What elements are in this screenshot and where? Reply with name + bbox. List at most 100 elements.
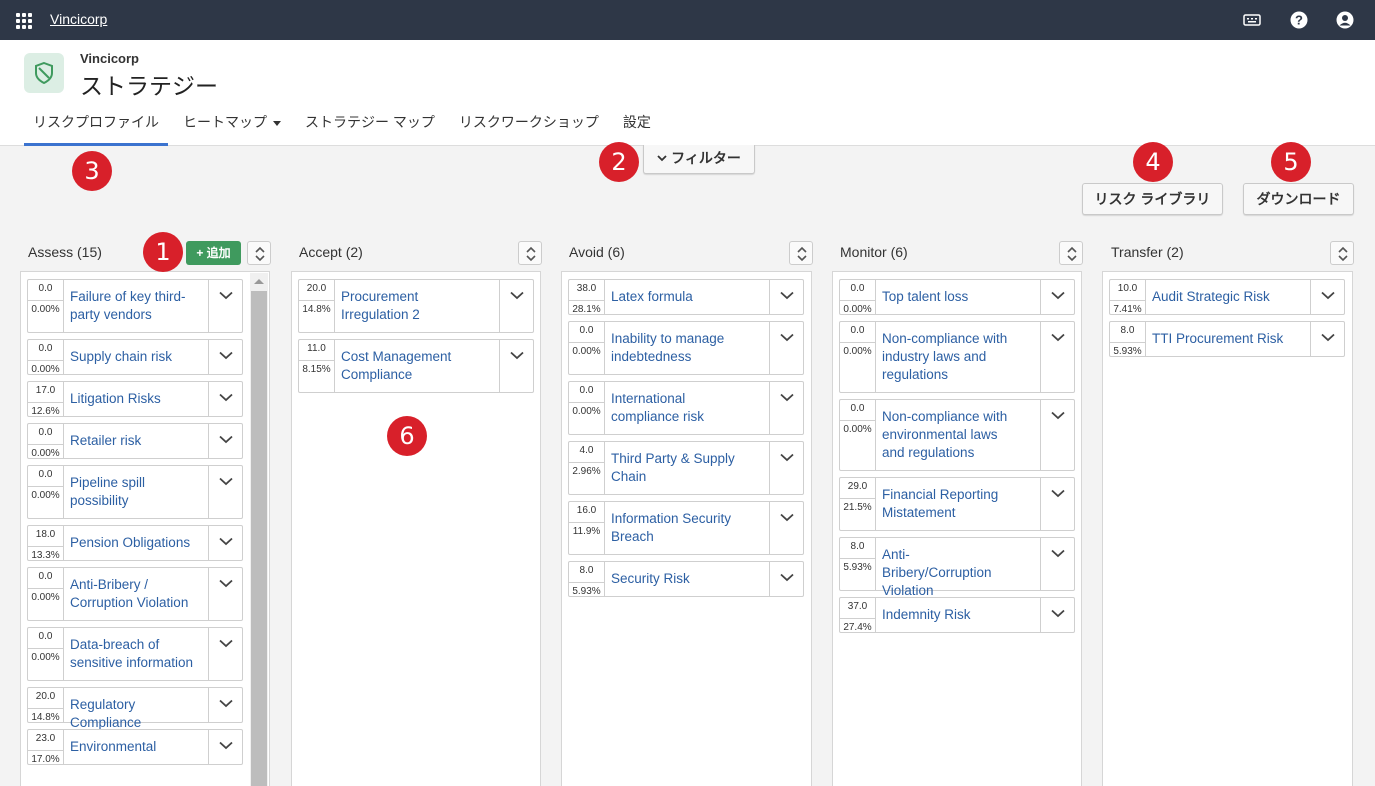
expand-button[interactable] (769, 382, 803, 434)
risk-name-link[interactable]: Audit Strategic Risk (1152, 288, 1288, 306)
tab-risk-workshop[interactable]: リスクワークショップ (450, 103, 608, 146)
expand-button[interactable] (208, 382, 242, 416)
risk-name-link[interactable]: Pipeline spill possibility (70, 474, 206, 510)
risk-card[interactable]: 0.0 0.00% Top talent loss (839, 279, 1075, 315)
risk-name-link[interactable]: Indemnity Risk (882, 606, 1018, 624)
expand-button[interactable] (208, 280, 242, 332)
risk-name-link[interactable]: Regulatory Compliance (70, 696, 206, 732)
risk-name-link[interactable]: Litigation Risks (70, 390, 206, 408)
tab-heatmap[interactable]: ヒートマップ (174, 103, 290, 146)
risk-card[interactable]: 17.0 12.6% Litigation Risks (27, 381, 243, 417)
expand-button[interactable] (1040, 322, 1074, 392)
user-icon[interactable] (1336, 11, 1354, 29)
risk-name-link[interactable]: TTI Procurement Risk (1152, 330, 1288, 348)
risk-card[interactable]: 0.0 0.00% Pipeline spill possibility (27, 465, 243, 519)
risk-name-link[interactable]: Top talent loss (882, 288, 1018, 306)
scroll-thumb[interactable] (251, 291, 267, 786)
expand-button[interactable] (1040, 280, 1074, 314)
risk-card[interactable]: 0.0 0.00% Retailer risk (27, 423, 243, 459)
expand-button[interactable] (1040, 400, 1074, 470)
risk-name-link[interactable]: Non-compliance with industry laws and re… (882, 330, 1018, 384)
risk-card[interactable]: 8.0 5.93% Anti-Bribery/Corruption Violatio… (839, 537, 1075, 598)
brand-link[interactable]: Vincicorp (50, 11, 107, 27)
download-button[interactable]: ダウンロード (1243, 183, 1354, 215)
tab-settings[interactable]: 設定 (614, 103, 660, 146)
risk-card[interactable]: 37.0 27.4% Indemnity Risk (839, 597, 1075, 633)
risk-name-link[interactable]: Pension Obligations (70, 534, 206, 552)
risk-card[interactable]: 18.0 13.3% Pension Obligations (27, 525, 243, 561)
risk-name-link[interactable]: Anti-Bribery / Corruption Violation (70, 576, 206, 612)
risk-name-link[interactable]: Latex formula (611, 288, 747, 306)
risk-card[interactable]: 4.0 2.96% Third Party & Supply Chain (568, 441, 804, 495)
expand-button[interactable] (769, 280, 803, 314)
expand-button[interactable] (769, 442, 803, 494)
risk-name-link[interactable]: Data-breach of sensitive information (70, 636, 206, 672)
tab-risk-profile[interactable]: リスクプロファイル (24, 103, 168, 146)
expand-button[interactable] (769, 322, 803, 374)
risk-card[interactable]: 0.0 0.00% Failure of key third-party vendo… (27, 279, 243, 333)
risk-name-link[interactable]: Failure of key third-party vendors (70, 288, 206, 324)
expand-button[interactable] (1310, 322, 1344, 356)
risk-card[interactable]: 29.0 21.5% Financial Reporting Mistatement (839, 477, 1075, 531)
risk-card[interactable]: 0.0 0.00% International compliance risk (568, 381, 804, 435)
sort-button-monitor[interactable] (1059, 241, 1083, 265)
sort-button-transfer[interactable] (1330, 241, 1354, 265)
expand-button[interactable] (769, 502, 803, 554)
expand-button[interactable] (208, 340, 242, 374)
expand-button[interactable] (208, 424, 242, 458)
risk-card[interactable]: 20.0 14.8% Regulatory Compliance (27, 687, 243, 730)
keyboard-icon[interactable] (1243, 11, 1261, 29)
sort-button-assess[interactable] (247, 241, 271, 265)
risk-name-link[interactable]: Security Risk (611, 570, 747, 588)
sort-button-avoid[interactable] (789, 241, 813, 265)
risk-name-link[interactable]: International compliance risk (611, 390, 747, 426)
expand-button[interactable] (208, 688, 242, 722)
risk-name-link[interactable]: Non-compliance with environmental laws a… (882, 408, 1018, 462)
risk-card[interactable]: 11.0 8.15% Cost Management Compliance (298, 339, 534, 393)
risk-name-link[interactable]: Anti-Bribery/Corruption Violation (882, 546, 1018, 600)
risk-card[interactable]: 16.0 11.9% Information Security Breach (568, 501, 804, 555)
risk-card[interactable]: 0.0 0.00% Non-compliance with industry law… (839, 321, 1075, 393)
risk-name-link[interactable]: Inability to manage indebtedness (611, 330, 747, 366)
apps-grid-icon[interactable] (16, 13, 32, 29)
risk-card[interactable]: 8.0 5.93% TTI Procurement Risk (1109, 321, 1345, 357)
expand-button[interactable] (1040, 598, 1074, 632)
expand-button[interactable] (208, 568, 242, 620)
risk-name-link[interactable]: Cost Management Compliance (341, 348, 477, 384)
risk-card[interactable]: 0.0 0.00% Inability to manage indebtedness (568, 321, 804, 375)
risk-card[interactable]: 38.0 28.1% Latex formula (568, 279, 804, 315)
expand-button[interactable] (499, 280, 533, 332)
filter-toggle-button[interactable]: フィルター (643, 145, 755, 174)
expand-button[interactable] (769, 562, 803, 596)
help-icon[interactable]: ? (1290, 11, 1308, 29)
expand-button[interactable] (1040, 478, 1074, 530)
scroll-up-arrow-icon[interactable] (254, 279, 264, 284)
expand-button[interactable] (1310, 280, 1344, 314)
assess-scrollbar[interactable] (250, 273, 268, 786)
risk-card[interactable]: 0.0 0.00% Non-compliance with environmenta… (839, 399, 1075, 471)
risk-card[interactable]: 10.0 7.41% Audit Strategic Risk (1109, 279, 1345, 315)
risk-card[interactable]: 8.0 5.93% Security Risk (568, 561, 804, 597)
expand-button[interactable] (208, 730, 242, 764)
sort-button-accept[interactable] (518, 241, 542, 265)
expand-button[interactable] (208, 466, 242, 518)
expand-button[interactable] (499, 340, 533, 392)
risk-name-link[interactable]: Information Security Breach (611, 510, 747, 546)
risk-card[interactable]: 0.0 0.00% Anti-Bribery / Corruption Violat… (27, 567, 243, 621)
tab-strategy-map[interactable]: ストラテジー マップ (296, 103, 444, 146)
risk-name-link[interactable]: Procurement Irregulation 2 (341, 288, 477, 324)
expand-button[interactable] (1040, 538, 1074, 590)
risk-card[interactable]: 0.0 0.00% Supply chain risk (27, 339, 243, 375)
risk-name-link[interactable]: Third Party & Supply Chain (611, 450, 747, 486)
expand-button[interactable] (208, 628, 242, 680)
risk-name-link[interactable]: Supply chain risk (70, 348, 206, 366)
risk-name-link[interactable]: Environmental (70, 738, 206, 756)
risk-name-link[interactable]: Financial Reporting Mistatement (882, 486, 1018, 522)
risk-card[interactable]: 23.0 17.0% Environmental (27, 729, 243, 765)
risk-card[interactable]: 20.0 14.8% Procurement Irregulation 2 (298, 279, 534, 333)
risk-library-button[interactable]: リスク ライブラリ (1082, 183, 1223, 215)
risk-card[interactable]: 0.0 0.00% Data-breach of sensitive informa… (27, 627, 243, 681)
expand-button[interactable] (208, 526, 242, 560)
add-risk-button[interactable]: + 追加 (186, 241, 241, 265)
risk-name-link[interactable]: Retailer risk (70, 432, 206, 450)
